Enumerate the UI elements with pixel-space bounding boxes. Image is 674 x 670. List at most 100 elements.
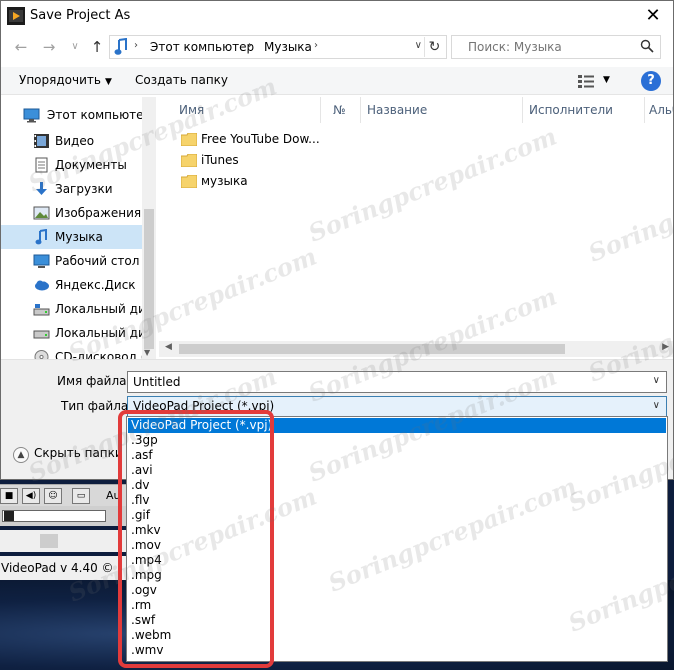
- help-icon[interactable]: ?: [641, 71, 661, 91]
- search-input[interactable]: [452, 36, 632, 58]
- filetype-option[interactable]: .3gp: [128, 433, 666, 448]
- nav-item-yandex-disk[interactable]: Яндекс.Диск: [1, 273, 142, 297]
- address-dropdown-icon[interactable]: ∨: [415, 40, 422, 51]
- volume-icon[interactable]: ◀): [22, 488, 40, 504]
- nav-item-local-disk-d[interactable]: Локальный дис: [1, 321, 142, 345]
- navigation-pane: Этот компьютер Видео Документы Загрузки …: [1, 97, 156, 359]
- timeline-scrollbar[interactable]: [0, 530, 130, 552]
- people-icon[interactable]: ☺: [44, 488, 62, 504]
- filetype-option[interactable]: .dv: [128, 478, 666, 493]
- column-header-album[interactable]: Альб: [637, 97, 673, 123]
- filetype-option[interactable]: .mov: [128, 538, 666, 553]
- file-list-scrollbar[interactable]: ◀ ▶: [159, 341, 673, 357]
- filetype-option[interactable]: .rm: [128, 598, 666, 613]
- filetype-option[interactable]: .mp4: [128, 553, 666, 568]
- filetype-option[interactable]: .asf: [128, 448, 666, 463]
- nav-item-downloads[interactable]: Загрузки: [1, 177, 142, 201]
- music-icon: [35, 229, 47, 245]
- filetype-option[interactable]: .ogv: [128, 583, 666, 598]
- filetype-option[interactable]: .swf: [128, 613, 666, 628]
- breadcrumb-separator-icon: ›: [248, 40, 252, 51]
- filetype-option[interactable]: .webm: [128, 628, 666, 643]
- hide-folders-button[interactable]: ▲ Скрыть папки: [13, 446, 123, 463]
- nav-item-documents[interactable]: Документы: [1, 153, 142, 177]
- chevron-up-icon: ▲: [13, 447, 29, 463]
- view-options-icon[interactable]: [577, 73, 595, 89]
- filetype-option[interactable]: .avi: [128, 463, 666, 478]
- filename-label: Имя файла:: [57, 374, 131, 388]
- nav-item-desktop[interactable]: Рабочий стол: [1, 249, 142, 273]
- chevron-down-icon[interactable]: ∨: [653, 375, 660, 386]
- save-dialog: Save Project As ✕ ← → ∨ ↑ › Этот компьют…: [0, 0, 674, 480]
- scrollbar-thumb[interactable]: [144, 209, 154, 349]
- folder-icon: [181, 154, 197, 167]
- cd-icon: [34, 350, 49, 359]
- nav-item-music[interactable]: Музыка: [1, 225, 142, 249]
- filetype-option[interactable]: .flv: [128, 493, 666, 508]
- back-button[interactable]: ←: [11, 37, 31, 57]
- filetype-option[interactable]: .wmv: [128, 643, 666, 658]
- up-button[interactable]: ↑: [87, 37, 107, 57]
- nav-pane-scrollbar[interactable]: ▼: [142, 97, 156, 359]
- address-bar[interactable]: › Этот компьютер › Музыка › ∨ ↻: [109, 35, 447, 59]
- seek-thumb[interactable]: [4, 511, 14, 521]
- seek-bar[interactable]: [0, 506, 130, 526]
- drive-icon: [33, 330, 50, 339]
- forward-button[interactable]: →: [39, 37, 59, 57]
- column-header-name[interactable]: Имя: [167, 97, 321, 123]
- search-icon[interactable]: [640, 39, 654, 53]
- stop-icon[interactable]: ■: [0, 488, 18, 504]
- computer-icon: [23, 108, 40, 123]
- status-bar: VideoPad v 4.40 © NCH: [0, 556, 130, 599]
- organize-button[interactable]: Упорядочить ▼: [19, 73, 112, 87]
- filetype-value: VideoPad Project (*.vpj): [133, 399, 275, 413]
- filetype-dropdown-list: VideoPad Project (*.vpj) .3gp .asf .avi …: [126, 416, 668, 662]
- filetype-select[interactable]: VideoPad Project (*.vpj) ∨: [127, 396, 667, 418]
- filename-field[interactable]: ∨: [127, 371, 667, 393]
- folder-icon: [181, 175, 197, 188]
- filetype-option[interactable]: .mpg: [128, 568, 666, 583]
- desktop-icon: [33, 254, 50, 268]
- title-bar: Save Project As ✕: [1, 1, 673, 31]
- chevron-down-icon[interactable]: ∨: [653, 400, 660, 411]
- downloads-icon: [36, 182, 47, 195]
- nav-item-pictures[interactable]: Изображения: [1, 201, 142, 225]
- filename-input[interactable]: [128, 372, 628, 392]
- video-icon: [34, 134, 49, 148]
- breadcrumb-music[interactable]: Музыка: [264, 40, 312, 54]
- scroll-down-icon[interactable]: ▼: [144, 348, 150, 357]
- refresh-icon[interactable]: ↻: [424, 37, 444, 57]
- nav-item-this-pc[interactable]: Этот компьютер: [1, 103, 142, 127]
- music-icon: [114, 38, 127, 55]
- window-title: Save Project As: [30, 8, 131, 23]
- close-button[interactable]: ✕: [641, 5, 665, 27]
- filetype-label: Тип файла:: [61, 399, 133, 413]
- toolbar-label: Au: [106, 489, 121, 502]
- chevron-down-icon: ▼: [104, 77, 112, 87]
- scroll-left-icon[interactable]: ◀: [165, 342, 172, 352]
- chevron-down-icon[interactable]: ▼: [603, 75, 610, 85]
- nav-item-local-disk-c[interactable]: Локальный дис: [1, 297, 142, 321]
- background-toolbar: ■ ◀) ☺ ▭ Au: [0, 484, 130, 506]
- column-header-artists[interactable]: Исполнители: [517, 97, 645, 123]
- column-header-title[interactable]: Название: [355, 97, 523, 123]
- filetype-option[interactable]: VideoPad Project (*.vpj): [128, 418, 666, 433]
- drive-icon: [33, 304, 50, 316]
- recent-dropdown-icon[interactable]: ∨: [65, 37, 85, 57]
- nav-item-video[interactable]: Видео: [1, 129, 142, 153]
- videopad-app-icon: [7, 7, 25, 25]
- filetype-option[interactable]: .mkv: [128, 523, 666, 538]
- new-folder-button[interactable]: Создать папку: [135, 73, 228, 87]
- nav-item-cd-drive[interactable]: CD-дисковод (E: [1, 345, 142, 359]
- filetype-option[interactable]: .gif: [128, 508, 666, 523]
- navigation-bar: ← → ∨ ↑ › Этот компьютер › Музыка › ∨ ↻: [1, 33, 673, 61]
- cloud-icon: [35, 280, 49, 291]
- breadcrumb-separator-icon: ›: [134, 40, 138, 51]
- breadcrumb-this-pc[interactable]: Этот компьютер: [150, 40, 254, 54]
- search-box[interactable]: [451, 35, 661, 59]
- file-list: Имя № Название Исполнители Альб Free You…: [167, 97, 673, 359]
- command-bar: Упорядочить ▼ Создать папку ▼ ?: [1, 67, 673, 95]
- monitor-icon[interactable]: ▭: [72, 488, 90, 504]
- scrollbar-thumb[interactable]: [179, 344, 565, 354]
- scroll-right-icon[interactable]: ▶: [662, 342, 669, 352]
